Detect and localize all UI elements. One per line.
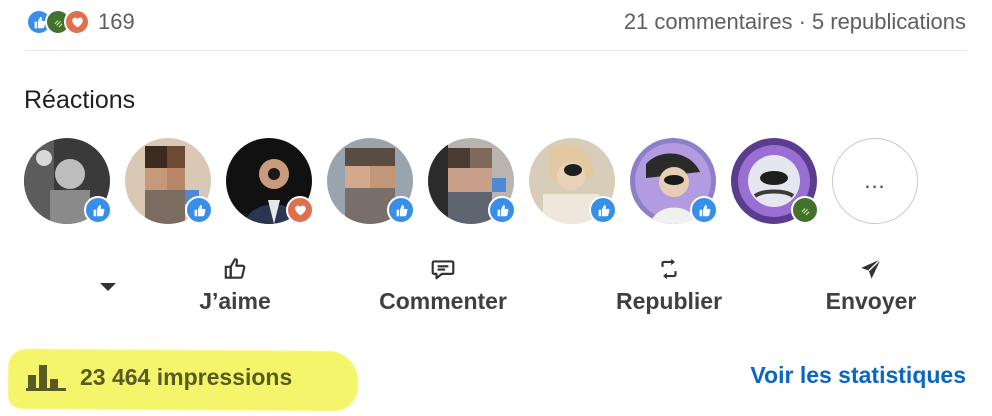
engagement-stats: 21 commentaires · 5 republications — [624, 9, 966, 35]
reactor-avatar-1[interactable] — [24, 138, 112, 224]
reactor-avatar-5[interactable] — [428, 138, 516, 224]
like-icon — [387, 196, 415, 224]
reactor-avatar-3[interactable] — [226, 138, 314, 224]
stats-separator: · — [798, 9, 806, 34]
love-icon — [64, 9, 90, 35]
impressions-link[interactable]: 23 464 impressions — [26, 360, 292, 394]
reaction-summary[interactable]: 169 — [26, 9, 135, 35]
reactor-avatar-8[interactable] — [731, 138, 819, 224]
more-reactors-button[interactable]: ... — [832, 138, 918, 224]
repost-arrows-icon — [654, 254, 684, 284]
reactor-avatar-4[interactable] — [327, 138, 415, 224]
like-icon — [185, 196, 213, 224]
comment-button[interactable]: Commenter — [368, 254, 518, 324]
comment-button-label: Commenter — [379, 288, 507, 314]
like-button-label: J’aime — [199, 288, 271, 314]
reactor-avatar-list: ... — [24, 138, 918, 224]
reaction-count[interactable]: 169 — [98, 9, 135, 35]
see-statistics-link[interactable]: Voir les statistiques — [750, 362, 966, 389]
comment-bubble-icon — [428, 254, 458, 284]
reaction-icon-stack — [26, 9, 90, 35]
like-icon — [84, 196, 112, 224]
thumbs-up-outline-icon — [220, 254, 250, 284]
like-icon — [690, 196, 718, 224]
chevron-down-icon[interactable] — [98, 280, 118, 294]
like-icon — [589, 196, 617, 224]
social-counts-bar: 169 21 commentaires · 5 republications — [26, 6, 966, 38]
like-icon — [488, 196, 516, 224]
like-button[interactable]: J’aime — [190, 254, 280, 324]
impressions-count: 23 464 impressions — [80, 363, 293, 390]
reactor-avatar-2[interactable] — [125, 138, 213, 224]
love-icon — [286, 196, 314, 224]
paper-plane-icon — [856, 254, 886, 284]
repost-button-label: Republier — [615, 288, 723, 314]
post-action-bar: J’aime Commenter Republier Envoyer — [0, 254, 992, 324]
comments-count-link[interactable]: 21 commentaires — [624, 9, 793, 35]
send-button[interactable]: Envoyer — [818, 254, 924, 324]
repost-button[interactable]: Republier — [606, 254, 732, 324]
reactor-avatar-6[interactable] — [529, 138, 617, 224]
reactions-heading: Réactions — [24, 86, 136, 114]
celebrate-icon — [791, 196, 819, 224]
divider — [26, 50, 966, 51]
reactor-avatar-7[interactable] — [630, 138, 718, 224]
reposts-count-link[interactable]: 5 republications — [812, 9, 966, 35]
bar-chart-icon — [26, 365, 66, 391]
send-button-label: Envoyer — [825, 288, 917, 314]
